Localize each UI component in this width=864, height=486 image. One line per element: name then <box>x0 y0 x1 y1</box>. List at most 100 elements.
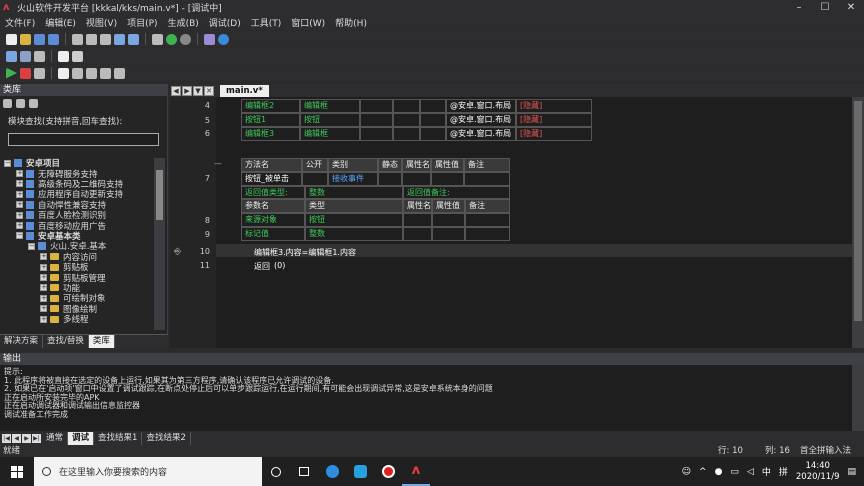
layers-icon[interactable] <box>20 50 31 62</box>
volume-icon[interactable]: ◁ <box>747 467 754 477</box>
expand-toggle-icon[interactable]: − <box>4 159 11 167</box>
tab-class-library[interactable]: 类库 <box>88 335 115 348</box>
paste-icon[interactable] <box>100 33 111 45</box>
editor-scrollbar[interactable] <box>852 97 864 348</box>
link-icon[interactable] <box>29 98 38 108</box>
expand-toggle-icon[interactable]: − <box>16 232 23 240</box>
close-button[interactable]: ✕ <box>838 2 864 13</box>
expand-toggle-icon[interactable]: + <box>40 305 47 313</box>
step-into-icon[interactable] <box>72 67 83 79</box>
component-layout[interactable]: @安卓.窗口.布局 <box>446 127 516 141</box>
breakpoint-icon[interactable] <box>114 67 125 79</box>
tab-list-icon[interactable]: ▼ <box>193 85 203 96</box>
component-layout[interactable]: @安卓.窗口.布局 <box>446 113 516 127</box>
output-pane[interactable]: 提示: 1. 此程序将被直接在选定的设备上运行,如果其为第三方程序,请确认该程序… <box>0 365 852 431</box>
return-type-value[interactable]: 整数 <box>305 186 403 199</box>
component-visibility[interactable]: [隐藏] <box>516 99 592 113</box>
save-all-icon[interactable] <box>48 33 59 45</box>
param-cell[interactable] <box>403 213 432 227</box>
forward-icon[interactable] <box>180 33 191 45</box>
edge-browser-icon[interactable] <box>318 457 346 486</box>
tab-main[interactable]: main.v* <box>220 84 269 97</box>
menu-tools[interactable]: 工具(T) <box>246 16 287 29</box>
add-icon[interactable] <box>166 33 177 45</box>
find-icon[interactable] <box>152 33 163 45</box>
print-icon[interactable] <box>34 50 45 62</box>
method-name[interactable]: 按钮_被单击 <box>241 172 302 186</box>
cut-icon[interactable] <box>72 33 83 45</box>
tab-close-icon[interactable]: ✕ <box>204 85 214 96</box>
table-cell[interactable] <box>420 99 446 113</box>
task-view-icon[interactable] <box>262 457 290 486</box>
param-cell[interactable] <box>403 227 432 241</box>
table-cell[interactable] <box>393 127 420 141</box>
menu-help[interactable]: 帮助(H) <box>330 16 372 29</box>
pause-icon[interactable] <box>34 67 45 79</box>
param-cell[interactable] <box>465 213 510 227</box>
fold-marker[interactable]: — <box>214 159 222 168</box>
volcano-ide-icon[interactable]: ʌ <box>402 457 430 486</box>
tab-solution[interactable]: 解决方案 <box>0 335 44 348</box>
table-cell[interactable] <box>360 127 393 141</box>
redo-icon[interactable] <box>128 33 139 45</box>
mic-icon[interactable]: ● <box>715 467 723 477</box>
maximize-button[interactable]: ☐ <box>812 2 838 13</box>
component-name[interactable]: 按钮1 <box>241 113 300 127</box>
expand-toggle-icon[interactable]: + <box>16 222 23 230</box>
component-type[interactable]: 编辑框 <box>300 127 360 141</box>
clock[interactable]: 14:40 2020/11/9 <box>796 461 840 483</box>
expand-toggle-icon[interactable]: + <box>40 315 47 323</box>
prev-tab-icon[interactable]: ◀ <box>12 433 21 443</box>
component-visibility[interactable]: [隐藏] <box>516 113 592 127</box>
open-folder-icon[interactable] <box>20 33 31 45</box>
minimize-button[interactable]: – <box>786 2 812 13</box>
component-layout[interactable]: @安卓.窗口.布局 <box>446 99 516 113</box>
build-icon[interactable] <box>204 33 215 45</box>
sort-icon[interactable] <box>3 98 12 108</box>
next-tab-icon[interactable]: ▶ <box>22 433 31 443</box>
table-cell[interactable] <box>360 113 393 127</box>
hand-icon[interactable] <box>58 67 69 79</box>
filter-icon[interactable] <box>16 98 25 108</box>
code-line-10[interactable]: 编辑框3.内容=编辑框1.内容 <box>254 247 356 258</box>
menu-window[interactable]: 窗口(W) <box>286 16 330 29</box>
timeline-icon[interactable] <box>290 457 318 486</box>
table-cell[interactable] <box>360 99 393 113</box>
method-cell[interactable] <box>402 172 431 186</box>
expand-toggle-icon[interactable]: + <box>40 273 47 281</box>
method-cell[interactable] <box>464 172 510 186</box>
new-file-icon[interactable] <box>6 33 17 45</box>
expand-toggle-icon[interactable]: + <box>16 170 23 178</box>
param-name[interactable]: 来源对象 <box>241 213 305 227</box>
component-visibility[interactable]: [隐藏] <box>516 127 592 141</box>
tab-next-icon[interactable]: ▶ <box>182 85 192 96</box>
table-cell[interactable] <box>393 113 420 127</box>
menu-debug[interactable]: 调试(D) <box>204 16 246 29</box>
panel-icon[interactable] <box>72 50 83 62</box>
expand-toggle-icon[interactable]: + <box>16 180 23 188</box>
component-type[interactable]: 编辑框 <box>300 99 360 113</box>
expand-toggle-icon[interactable]: + <box>40 284 47 292</box>
last-tab-icon[interactable]: ▶| <box>32 433 41 443</box>
expand-toggle-icon[interactable]: + <box>16 201 23 209</box>
step-out-icon[interactable] <box>100 67 111 79</box>
tab-debug[interactable]: 调试 <box>68 431 95 445</box>
param-cell[interactable] <box>432 227 465 241</box>
expand-toggle-icon[interactable]: − <box>28 242 35 250</box>
taskbar-search[interactable]: 在这里输入你要搜索的内容 <box>34 457 262 486</box>
app-icon[interactable] <box>346 457 374 486</box>
component-name[interactable]: 编辑框2 <box>241 99 300 113</box>
table-cell[interactable] <box>420 127 446 141</box>
help-icon[interactable] <box>218 33 229 45</box>
tab-prev-icon[interactable]: ◀ <box>171 85 181 96</box>
method-cell[interactable] <box>302 172 328 186</box>
menu-file[interactable]: 文件(F) <box>0 16 40 29</box>
table-cell[interactable] <box>393 99 420 113</box>
copy-icon[interactable] <box>86 33 97 45</box>
expand-toggle-icon[interactable]: + <box>16 190 23 198</box>
network-icon[interactable]: ▭ <box>730 467 739 477</box>
output-scrollbar[interactable] <box>852 365 864 431</box>
save-icon[interactable] <box>34 33 45 45</box>
param-type[interactable]: 按钮 <box>305 213 403 227</box>
expand-toggle-icon[interactable]: + <box>40 294 47 302</box>
